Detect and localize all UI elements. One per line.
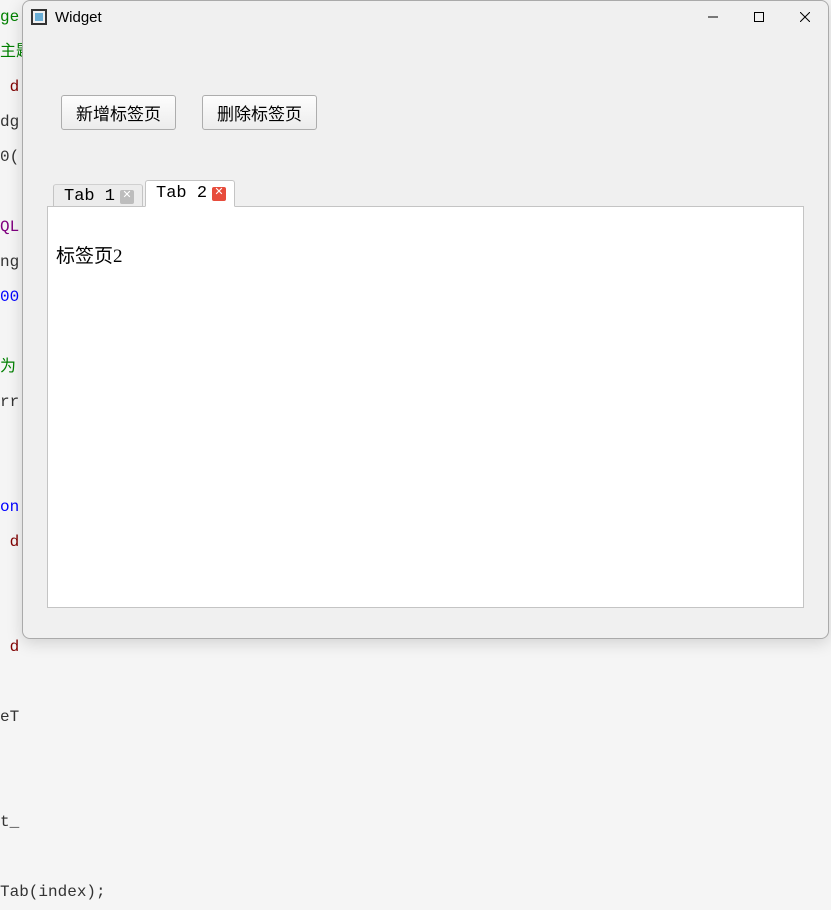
window-title: Widget [55,9,690,26]
tab-pane: 标签页2 [47,206,804,608]
tab-label: Tab 2 [156,184,207,203]
add-tab-button[interactable]: 新增标签页 [61,95,176,130]
tab-1[interactable]: Tab 1 ✕ [53,184,143,208]
tab-close-icon[interactable]: ✕ [120,190,134,204]
window-controls [690,1,828,33]
remove-tab-button[interactable]: 删除标签页 [202,95,317,130]
main-window: Widget 新增标签页 删除标签页 Tab 1 ✕ [22,0,829,639]
client-area: 新增标签页 删除标签页 Tab 1 ✕ Tab 2 ✕ 标签页2 [23,33,828,638]
minimize-button[interactable] [690,1,736,33]
titlebar[interactable]: Widget [23,1,828,33]
minimize-icon [708,12,718,22]
tab-widget: Tab 1 ✕ Tab 2 ✕ 标签页2 [47,180,804,608]
button-row: 新增标签页 删除标签页 [47,95,804,130]
tab-label: Tab 1 [64,187,115,206]
maximize-icon [754,12,764,22]
tab-2[interactable]: Tab 2 ✕ [145,180,235,207]
close-icon [800,12,810,22]
tab-content-label: 标签页2 [56,246,123,267]
maximize-button[interactable] [736,1,782,33]
tab-close-icon[interactable]: ✕ [212,187,226,201]
close-button[interactable] [782,1,828,33]
tab-bar: Tab 1 ✕ Tab 2 ✕ [47,180,804,206]
app-icon [31,9,47,25]
